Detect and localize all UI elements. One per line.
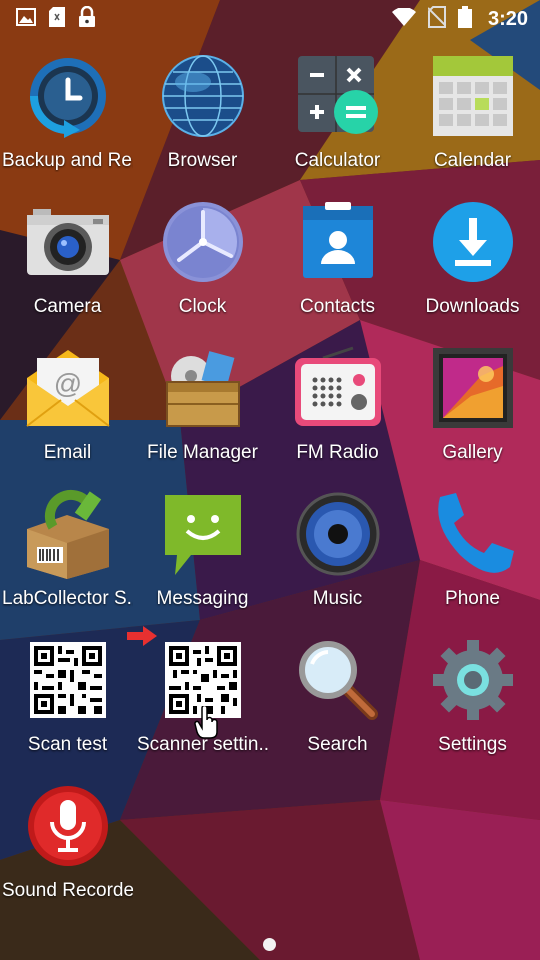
app-search[interactable]: Search <box>270 628 405 774</box>
backup-icon <box>20 48 116 144</box>
app-label: Calculator <box>294 150 381 171</box>
file-manager-icon <box>155 340 251 436</box>
app-camera[interactable]: Camera <box>0 190 135 336</box>
app-clock[interactable]: Clock <box>135 190 270 336</box>
app-downloads[interactable]: Downloads <box>405 190 540 336</box>
app-label: Downloads <box>425 296 520 317</box>
calendar-icon <box>425 48 521 144</box>
labcollector-icon <box>20 486 116 582</box>
sim-card-icon <box>48 6 66 33</box>
app-label: LabCollector S.. <box>2 588 133 609</box>
arrow-right-icon <box>125 624 159 653</box>
app-messaging[interactable]: Messaging <box>135 482 270 628</box>
app-label: Contacts <box>300 296 375 317</box>
music-icon <box>290 486 386 582</box>
app-label: Scan test <box>27 734 108 755</box>
app-label: Search <box>307 734 368 755</box>
app-label: Gallery <box>442 442 503 463</box>
gallery-icon <box>425 340 521 436</box>
app-scan-test[interactable]: Scan test <box>0 628 135 774</box>
app-fm-radio[interactable]: FM Radio <box>270 336 405 482</box>
no-sim-icon <box>427 5 447 33</box>
app-label: Phone <box>445 588 500 609</box>
app-label: Calendar <box>433 150 512 171</box>
wifi-icon <box>391 6 416 31</box>
gear-icon <box>425 632 521 728</box>
clock-icon <box>155 194 251 290</box>
app-label: Messaging <box>156 588 249 609</box>
image-icon <box>16 7 36 31</box>
radio-icon <box>290 340 386 436</box>
app-label: Music <box>312 588 363 609</box>
app-file-manager[interactable]: File Manager <box>135 336 270 482</box>
app-label: FM Radio <box>296 442 379 463</box>
calculator-icon <box>290 48 386 144</box>
app-gallery[interactable]: Gallery <box>405 336 540 482</box>
app-label: File Manager <box>147 442 258 463</box>
browser-globe-icon <box>155 48 251 144</box>
app-contacts[interactable]: Contacts <box>270 190 405 336</box>
search-icon <box>290 632 386 728</box>
app-label: Email <box>43 442 92 463</box>
app-backup-and-restore[interactable]: Backup and Re.. <box>0 44 135 190</box>
page-indicator-dot[interactable] <box>263 938 276 951</box>
lock-icon <box>78 5 96 33</box>
svg-text:@: @ <box>53 368 81 399</box>
app-phone[interactable]: Phone <box>405 482 540 628</box>
app-label: Browser <box>167 150 238 171</box>
camera-icon <box>20 194 116 290</box>
app-settings[interactable]: Settings <box>405 628 540 774</box>
clock-time: 3:20 <box>487 7 528 30</box>
app-label: Backup and Re.. <box>2 150 133 171</box>
app-label: Clock <box>178 296 227 317</box>
app-calendar[interactable]: Calendar <box>405 44 540 190</box>
app-labcollector[interactable]: LabCollector S.. <box>0 482 135 628</box>
battery-icon <box>457 5 472 33</box>
app-music[interactable]: Music <box>270 482 405 628</box>
app-grid: Backup and Re.. Browser Calculator Calen… <box>0 44 540 920</box>
phone-icon <box>425 486 521 582</box>
app-browser[interactable]: Browser <box>135 44 270 190</box>
qr-code-icon <box>20 632 116 728</box>
email-icon: @ <box>20 340 116 436</box>
app-label: Camera <box>33 296 102 317</box>
status-bar: 3:20 <box>0 0 540 38</box>
app-sound-recorder[interactable]: Sound Recorder <box>0 774 135 920</box>
messaging-icon <box>155 486 251 582</box>
app-label: Sound Recorder <box>2 880 133 901</box>
app-calculator[interactable]: Calculator <box>270 44 405 190</box>
hand-pointer-icon <box>194 704 220 745</box>
app-label: Settings <box>438 734 507 755</box>
microphone-icon <box>20 778 116 874</box>
app-email[interactable]: @ Email <box>0 336 135 482</box>
contacts-icon <box>290 194 386 290</box>
download-icon <box>425 194 521 290</box>
